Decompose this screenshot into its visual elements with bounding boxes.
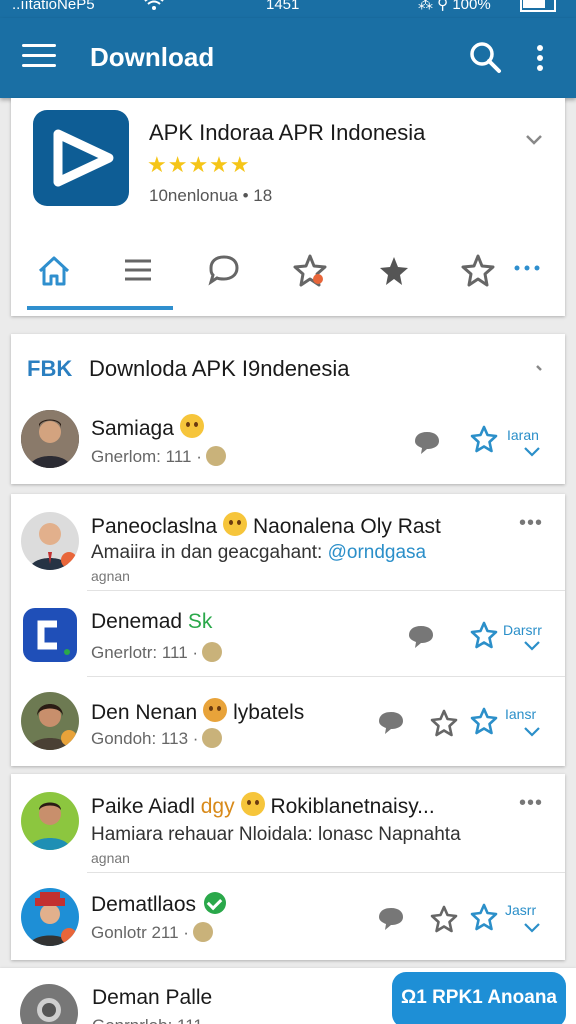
post-time: agnan — [91, 568, 130, 584]
post-author: Denemad Sk — [91, 610, 213, 633]
post-meta: Gnerlotr: 111 · — [91, 642, 223, 663]
emoji-icon — [223, 512, 248, 536]
avatar[interactable] — [21, 888, 79, 946]
active-tab-indicator — [27, 306, 173, 310]
post-card-3: Paike Aiadl dgy Rokiblanetnaisy... ••• H… — [11, 774, 565, 960]
star-outline-icon[interactable] — [469, 424, 499, 459]
tab-star-outline[interactable] — [453, 248, 503, 294]
chevron-down-icon[interactable] — [523, 128, 545, 150]
star-outline-icon[interactable] — [469, 902, 499, 937]
tab-list[interactable] — [113, 248, 163, 294]
post-meta: Gonlotr 211 · — [91, 922, 213, 943]
star-outline-icon[interactable] — [469, 620, 499, 655]
avatar[interactable] — [20, 984, 78, 1024]
post-author: Den Nenan lybatels — [91, 698, 304, 725]
divider — [87, 676, 565, 677]
comment-icon[interactable] — [377, 906, 405, 937]
tab-more[interactable] — [509, 248, 559, 294]
comment-icon[interactable] — [407, 624, 435, 655]
more-options-icon[interactable]: ••• — [519, 792, 543, 815]
emoji-icon — [179, 414, 204, 438]
app-play-icon[interactable] — [33, 110, 129, 206]
app-card: APK Indoraa APR Indonesia ★★★★★ 10nenlon… — [11, 98, 565, 316]
coin-icon — [202, 642, 223, 662]
comment-icon[interactable] — [377, 710, 405, 741]
post-card-1: FBK Downloda APK I9ndenesia Samiaga Gner… — [11, 334, 565, 484]
section-tag: FBK — [27, 356, 73, 381]
app-meta: 10nenlonua • 18 — [149, 186, 273, 205]
post-author: Deman Palle — [92, 986, 213, 1009]
post-description: Hamiara rehauar Nloidala: lonasc Napnaht… — [91, 824, 461, 845]
chevron-down-icon[interactable] — [521, 634, 543, 656]
tab-favorite[interactable] — [369, 248, 419, 294]
battery-icon — [520, 0, 556, 12]
star-outline-icon[interactable] — [469, 706, 499, 741]
tab-comments[interactable] — [199, 248, 249, 294]
post-author: Paike Aiadl dgy Rokiblanetnaisy... — [91, 792, 435, 819]
avatar[interactable] — [21, 692, 79, 750]
more-options-icon[interactable]: ••• — [519, 512, 543, 535]
emoji-icon — [203, 698, 228, 722]
avatar[interactable] — [21, 512, 79, 570]
tab-starred-badge[interactable] — [285, 248, 335, 294]
avatar[interactable] — [21, 410, 79, 468]
post-time: agnan — [91, 850, 130, 866]
post-author: Samiaga — [91, 414, 204, 441]
star-outline-icon[interactable] — [429, 904, 459, 939]
post-author: Paneoclaslna Naonalena Oly Rast — [91, 512, 441, 539]
post-card-2: Paneoclaslna Naonalena Oly Rast ••• Amai… — [11, 494, 565, 766]
avatar[interactable] — [21, 792, 79, 850]
app-logo-icon[interactable] — [21, 606, 79, 664]
chevron-down-icon[interactable] — [521, 440, 543, 462]
status-right: ⁂ ⚲ 100% — [418, 0, 491, 13]
chevron-down-icon[interactable] — [521, 916, 543, 938]
coin-icon — [192, 922, 213, 942]
coin-icon — [205, 446, 226, 466]
carrier-label: ..ııtatioNeP5 — [12, 0, 95, 13]
mention-tag[interactable]: @orndgasa — [328, 542, 427, 563]
post-description: Amaiira in dan geacgahant: @orndgasa — [91, 542, 427, 563]
post-meta: Gnerlom: 111 · — [91, 446, 226, 467]
comment-icon[interactable] — [413, 430, 441, 461]
divider — [87, 590, 565, 591]
clock: 1451 — [266, 0, 300, 13]
post-meta: Gondoh: 113 · — [91, 728, 223, 749]
status-bar: ..ııtatioNeP5 1451 ⁂ ⚲ 100% — [0, 0, 576, 18]
chevron-right-icon[interactable] — [531, 360, 553, 382]
search-icon[interactable] — [468, 40, 502, 74]
chevron-down-icon[interactable] — [521, 720, 543, 742]
wifi-icon — [144, 0, 164, 15]
page-title: Download — [90, 42, 215, 72]
tab-bar — [11, 248, 565, 310]
app-bar: Download — [0, 18, 576, 98]
post-author: Dematllaos — [91, 892, 227, 917]
star-outline-icon[interactable] — [429, 708, 459, 743]
hamburger-menu-icon[interactable] — [22, 44, 56, 72]
divider — [87, 872, 565, 873]
section-title: Downloda APK I9ndenesia — [89, 356, 350, 381]
verified-badge-icon — [204, 892, 227, 914]
coin-icon — [202, 728, 223, 748]
overflow-menu-icon[interactable] — [532, 42, 548, 74]
emoji-icon — [240, 792, 265, 816]
post-meta: Gonrnrlob: 111 · — [92, 1016, 213, 1024]
app-title: APK Indoraa APR Indonesia — [149, 120, 426, 145]
download-apk-button[interactable]: Ω1 RPK1 Anoana — [392, 972, 566, 1024]
rating-stars: ★★★★★ — [147, 152, 251, 177]
tab-home[interactable] — [29, 248, 79, 294]
